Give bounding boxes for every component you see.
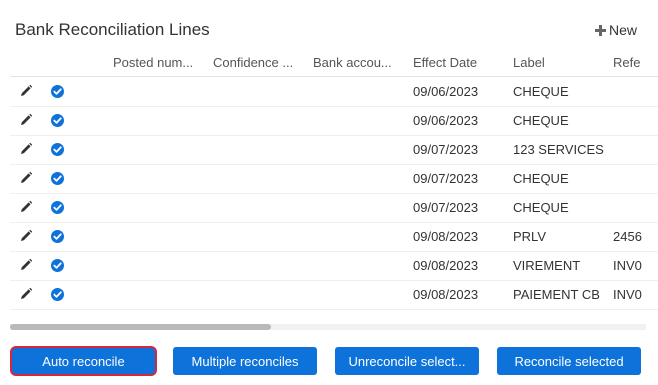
label-cell: CHEQUE — [513, 113, 569, 128]
table-row[interactable]: 09/07/2023 123 SERVICES — [10, 135, 658, 165]
pencil-icon[interactable] — [19, 84, 33, 98]
table-row[interactable]: 09/07/2023 CHEQUE — [10, 193, 658, 223]
check-circle-icon — [51, 230, 64, 243]
pencil-icon[interactable] — [19, 113, 33, 127]
auto-reconcile-button[interactable]: Auto reconcile — [10, 346, 157, 376]
check-circle-icon — [51, 201, 64, 214]
label-cell: CHEQUE — [513, 171, 569, 186]
label-cell: CHEQUE — [513, 200, 569, 215]
effect-date-cell: 09/08/2023 — [413, 258, 479, 273]
effect-date-cell: 09/07/2023 — [413, 200, 479, 215]
effect-date-cell: 09/08/2023 — [413, 229, 479, 244]
pencil-icon[interactable] — [19, 287, 33, 301]
reference-cell: 2456 — [613, 229, 642, 244]
pencil-icon[interactable] — [19, 229, 33, 243]
table-header: Posted num... Confidence ... Bank accou.… — [10, 48, 658, 77]
column-header-label[interactable]: Label — [513, 55, 605, 70]
new-button-label: New — [608, 22, 637, 38]
check-circle-icon — [51, 114, 64, 127]
panel-title: Bank Reconciliation Lines — [15, 20, 210, 39]
multiple-reconciles-button[interactable]: Multiple reconciles — [173, 347, 317, 375]
reconciliation-grid: Posted num... Confidence ... Bank accou.… — [10, 48, 658, 314]
effect-date-cell: 09/08/2023 — [413, 287, 479, 302]
effect-date-cell: 09/06/2023 — [413, 113, 479, 128]
effect-date-cell: 09/06/2023 — [413, 84, 479, 99]
table-row[interactable]: 09/06/2023 CHEQUE — [10, 106, 658, 136]
table-row[interactable]: 09/07/2023 CHEQUE — [10, 164, 658, 194]
check-circle-icon — [51, 288, 64, 301]
column-header-bank-account[interactable]: Bank accou... — [313, 55, 405, 70]
column-header-confidence[interactable]: Confidence ... — [213, 55, 305, 70]
new-button[interactable]: New — [594, 22, 637, 38]
check-circle-icon — [51, 85, 64, 98]
bank-reconciliation-panel: Bank Reconciliation Lines New Posted num… — [0, 0, 658, 385]
label-cell: PRLV — [513, 229, 546, 244]
label-cell: CHEQUE — [513, 84, 569, 99]
reference-cell: INV0 — [613, 287, 642, 302]
column-header-reference[interactable]: Refe — [613, 55, 658, 70]
unreconcile-selected-button[interactable]: Unreconcile select... — [335, 347, 479, 375]
effect-date-cell: 09/07/2023 — [413, 142, 479, 157]
table-row[interactable]: 09/08/2023 PRLV 2456 — [10, 222, 658, 252]
pencil-icon[interactable] — [19, 200, 33, 214]
check-circle-icon — [51, 259, 64, 272]
table-row[interactable]: 09/06/2023 CHEQUE — [10, 77, 658, 107]
label-cell: VIREMENT — [513, 258, 581, 273]
label-cell: 123 SERVICES — [513, 142, 604, 157]
pencil-icon[interactable] — [19, 171, 33, 185]
column-header-posted-number[interactable]: Posted num... — [113, 55, 205, 70]
label-cell: PAIEMENT CB — [513, 287, 600, 302]
pencil-icon[interactable] — [19, 142, 33, 156]
check-circle-icon — [51, 172, 64, 185]
column-header-effect-date[interactable]: Effect Date — [413, 55, 505, 70]
reference-cell: INV0 — [613, 258, 642, 273]
reconcile-selected-button[interactable]: Reconcile selected — [497, 347, 641, 375]
effect-date-cell: 09/07/2023 — [413, 171, 479, 186]
plus-icon — [594, 24, 606, 36]
check-circle-icon — [51, 143, 64, 156]
pencil-icon[interactable] — [19, 258, 33, 272]
table-row[interactable]: 09/08/2023 PAIEMENT CB INV0 — [10, 280, 658, 310]
table-row[interactable]: 09/08/2023 VIREMENT INV0 — [10, 251, 658, 281]
horizontal-scrollbar-thumb[interactable] — [10, 324, 271, 330]
